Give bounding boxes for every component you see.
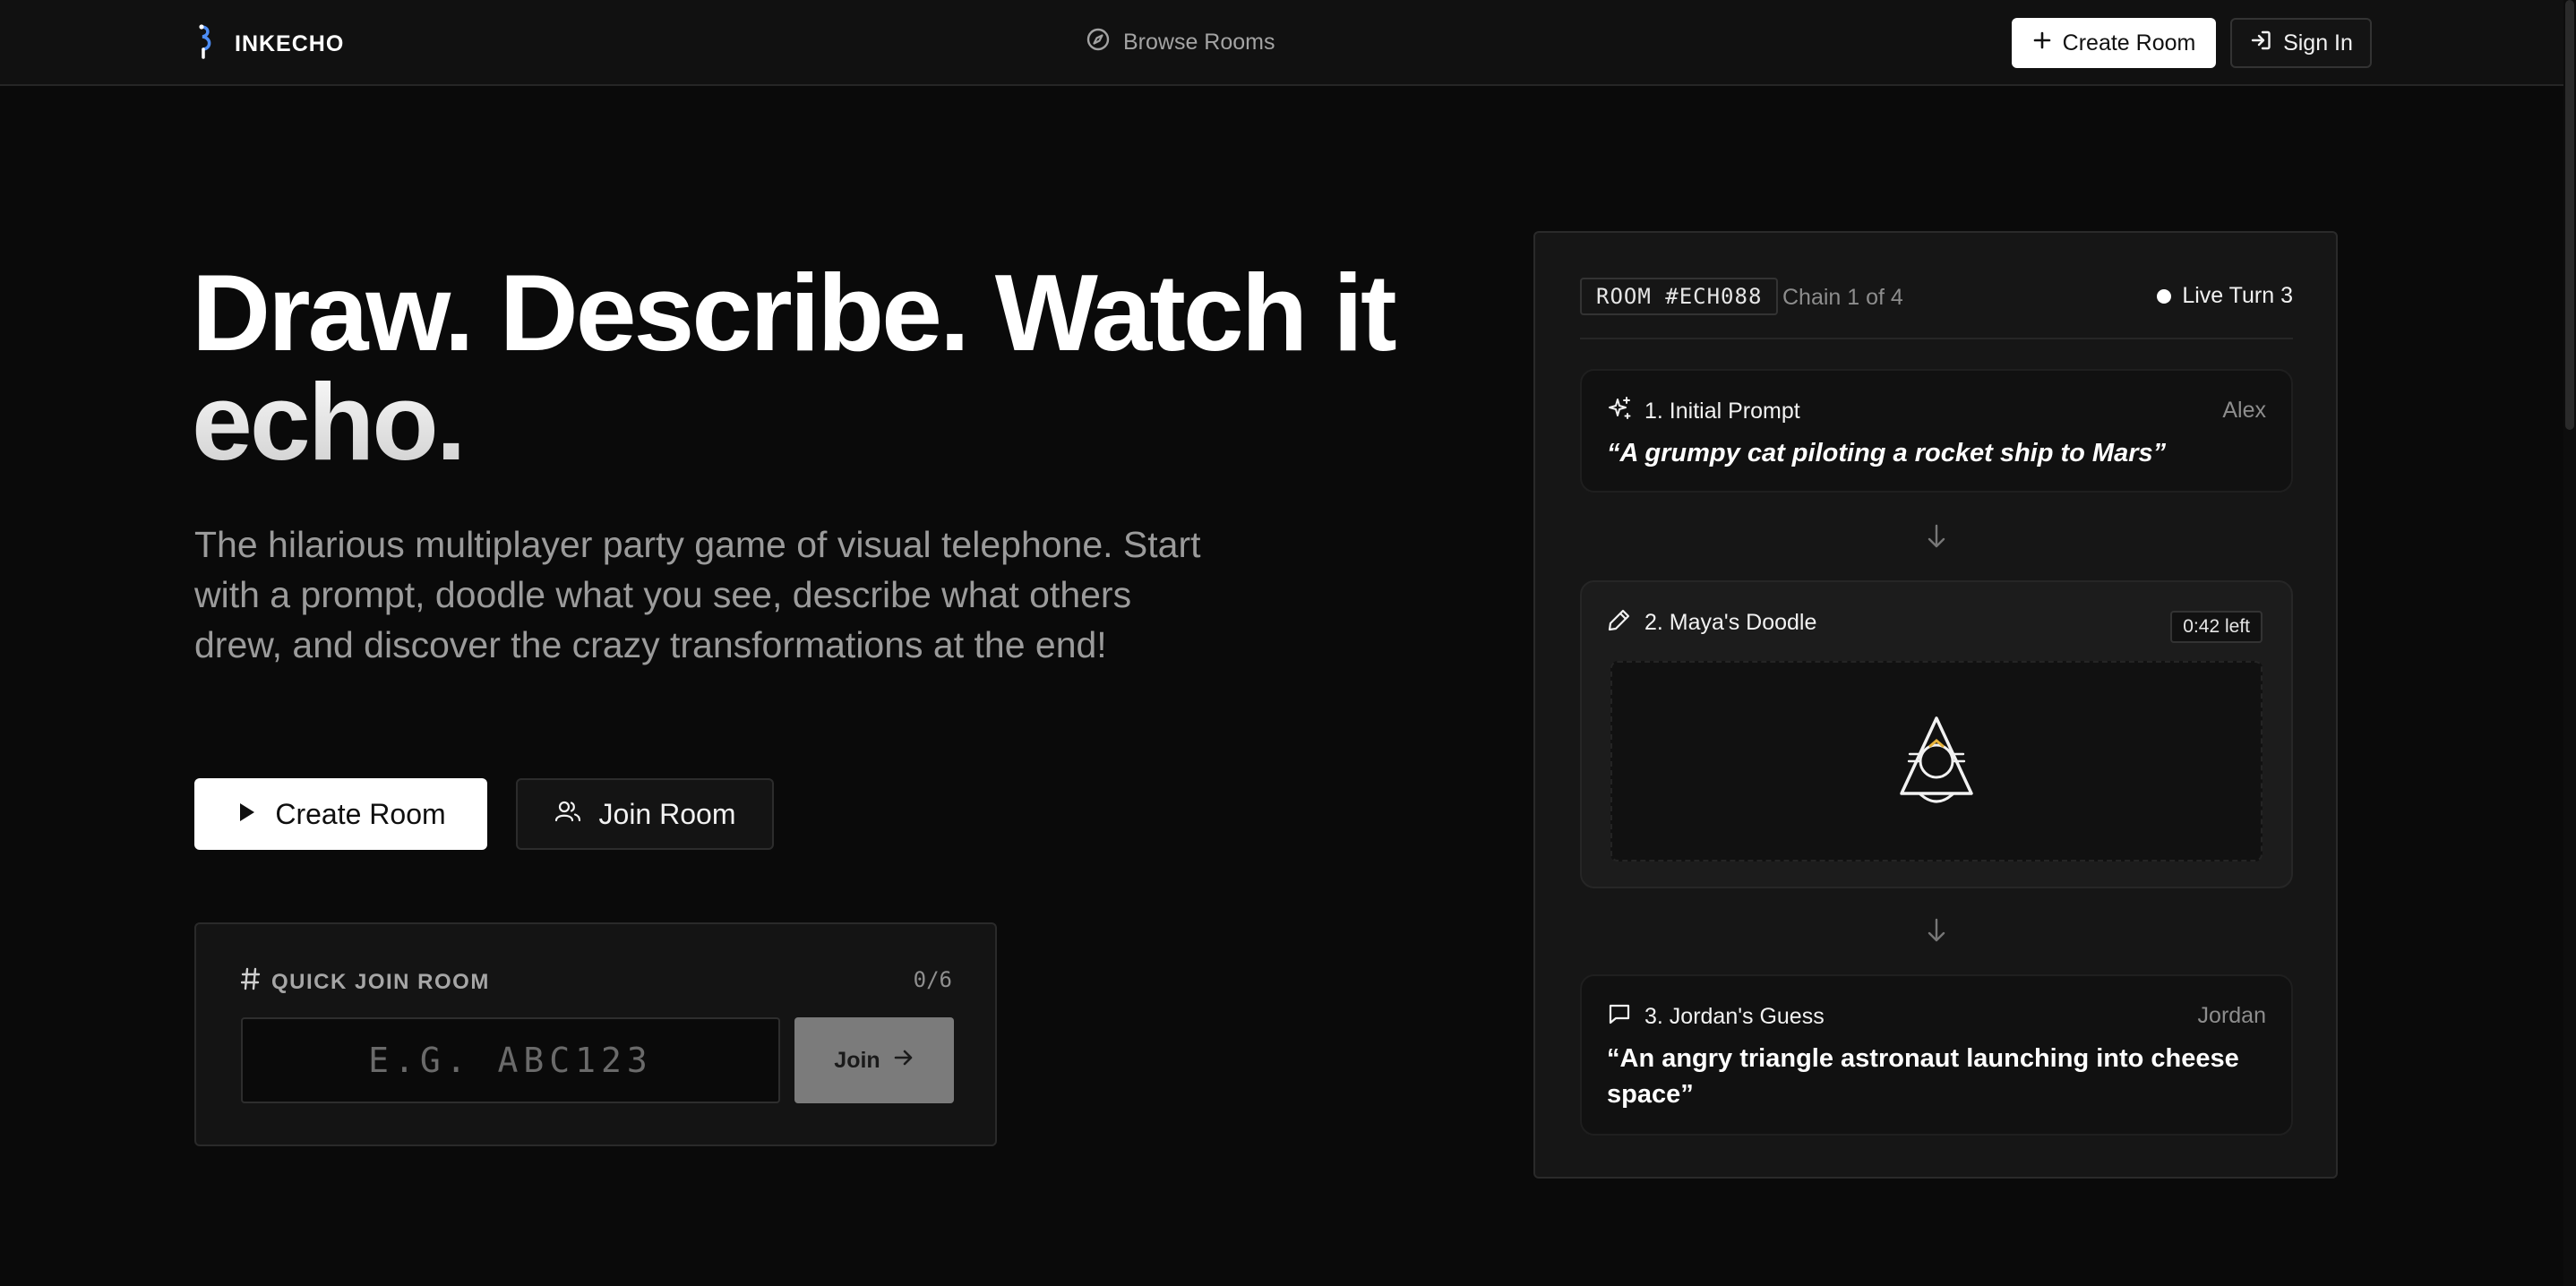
live-dot-icon (2157, 288, 2172, 304)
chain-step-doodle: 2. Maya's Doodle 0:42 left (1580, 580, 2293, 888)
message-square-icon (1607, 1001, 1632, 1033)
join-room-button[interactable]: Join Room (516, 778, 774, 850)
nav-create-room-label: Create Room (2062, 30, 2196, 56)
brand[interactable]: INKECHO (193, 23, 345, 65)
live-turn-status: Live Turn 3 (2157, 283, 2293, 309)
chain-step-guess: 3. Jordan's Guess Jordan “An angry trian… (1580, 974, 2293, 1136)
create-room-button[interactable]: Create Room (194, 778, 487, 850)
sparkles-icon (1607, 396, 1632, 427)
chain-step-prompt: 1. Initial Prompt Alex “A grumpy cat pil… (1580, 369, 2293, 493)
compass-icon (1086, 27, 1111, 58)
chain-arrow-down-icon (1924, 523, 1949, 550)
chain-indicator: Chain 1 of 4 (1782, 285, 1903, 310)
step-title: 3. Jordan's Guess (1644, 1004, 1825, 1029)
logo-icon (193, 23, 217, 65)
join-room-label: Join Room (598, 797, 736, 830)
room-code-input[interactable] (241, 1017, 780, 1103)
game-chain-preview: ROOM #ECH088 Chain 1 of 4 Live Turn 3 1.… (1533, 231, 2338, 1179)
browse-rooms-label: Browse Rooms (1123, 30, 1275, 55)
step-header: 2. Maya's Doodle (1607, 607, 1816, 639)
room-id-badge: ROOM #ECH088 (1580, 278, 1779, 315)
create-room-label: Create Room (275, 797, 446, 830)
step-user: Alex (2222, 398, 2266, 423)
quick-join-card: QUICK JOIN ROOM 0/6 Join (194, 922, 997, 1146)
step-title: 2. Maya's Doodle (1644, 610, 1817, 635)
scrollbar-thumb[interactable] (2565, 0, 2574, 430)
top-nav: INKECHO Browse Rooms Create Room Sign In (0, 0, 2576, 86)
step-quote: “A grumpy cat piloting a rocket ship to … (1607, 439, 2167, 467)
login-icon (2249, 29, 2272, 58)
quick-join-heading: QUICK JOIN ROOM (240, 967, 490, 997)
play-icon (236, 798, 257, 831)
pencil-icon (1607, 607, 1632, 639)
step-header: 3. Jordan's Guess (1607, 1001, 1825, 1033)
brand-name: INKECHO (235, 30, 345, 56)
quick-join-button[interactable]: Join (794, 1017, 954, 1103)
nav-create-room-button[interactable]: Create Room (2012, 18, 2216, 68)
sign-in-label: Sign In (2283, 30, 2353, 56)
arrow-right-icon (893, 1048, 914, 1074)
live-turn-label: Live Turn 3 (2182, 283, 2293, 308)
plus-icon (2032, 30, 2052, 56)
hero-title: Draw. Describe. Watch it echo. (192, 258, 1517, 476)
quick-join-button-label: Join (834, 1047, 880, 1073)
step-title: 1. Initial Prompt (1644, 399, 1800, 424)
chain-arrow-down-icon (1924, 917, 1949, 944)
step-user: Jordan (2197, 1003, 2266, 1028)
step-header: 1. Initial Prompt (1607, 396, 1800, 427)
triangle-cat-doodle-icon (1896, 713, 1977, 810)
hash-icon (240, 967, 261, 997)
turn-timer-badge: 0:42 left (2170, 611, 2263, 643)
code-char-count: 0/6 (913, 967, 952, 992)
users-icon (554, 798, 581, 831)
page-scrollbar[interactable] (2563, 0, 2576, 1286)
hero-subtitle: The hilarious multiplayer party game of … (194, 524, 1201, 665)
quick-join-label: QUICK JOIN ROOM (271, 969, 490, 994)
doodle-canvas (1610, 661, 2263, 862)
step-quote: “An angry triangle astronaut launching i… (1607, 1044, 2239, 1109)
sign-in-button[interactable]: Sign In (2230, 18, 2372, 68)
browse-rooms-link[interactable]: Browse Rooms (1086, 27, 1275, 58)
panel-divider (1580, 338, 2293, 339)
